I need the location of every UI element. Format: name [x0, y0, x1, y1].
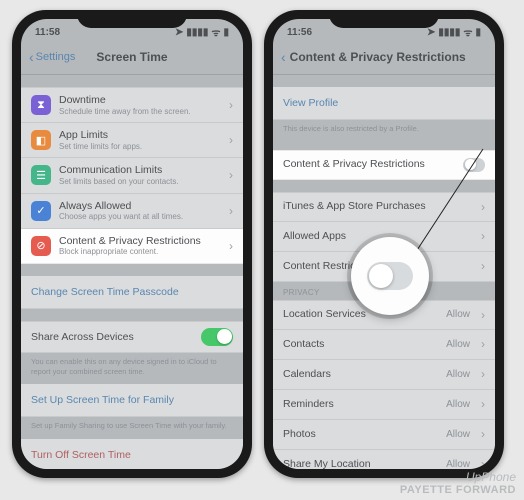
row-sub: Set limits based on your contacts.: [59, 177, 221, 187]
back-button[interactable]: ‹ Settings: [29, 50, 75, 64]
row-label: Share Across Devices: [31, 331, 193, 344]
row-app-limits[interactable]: ◧ App Limits Set time limits for apps. ›: [21, 123, 243, 158]
screen-left: 11:58 ➤ ▮▮▮▮ ᯤ ▮ ‹ Settings Screen Time …: [21, 19, 243, 469]
row-downtime[interactable]: ⧗ Downtime Schedule time away from the s…: [21, 87, 243, 123]
chevron-right-icon: ›: [229, 98, 233, 112]
watermark: UpPhone PAYETTE FORWARD: [400, 471, 516, 496]
back-label: Settings: [36, 51, 76, 63]
no-entry-icon: ⊘: [31, 236, 51, 256]
phone-left: 11:58 ➤ ▮▮▮▮ ᯤ ▮ ‹ Settings Screen Time …: [12, 10, 252, 478]
screen-right: 11:56 ➤ ▮▮▮▮ ᯤ ▮ ‹ Content & Privacy Res…: [273, 19, 495, 469]
row-communication-limits[interactable]: ☰ Communication Limits Set limits based …: [21, 158, 243, 193]
row-sub: Block inappropriate content.: [59, 247, 221, 257]
chevron-right-icon: ›: [229, 239, 233, 253]
row-sub: Choose apps you want at all times.: [59, 212, 221, 222]
communication-icon: ☰: [31, 165, 51, 185]
hourglass-icon: ⧗: [31, 95, 51, 115]
share-toggle[interactable]: [201, 328, 233, 346]
battery-icon: ▮: [223, 27, 229, 38]
row-label: Content & Privacy Restrictions: [59, 235, 221, 248]
row-label: Always Allowed: [59, 200, 221, 213]
share-footer: You can enable this on any device signed…: [21, 353, 243, 381]
row-sub: Set time limits for apps.: [59, 142, 221, 152]
row-content-privacy[interactable]: ⊘ Content & Privacy Restrictions Block i…: [21, 229, 243, 264]
chevron-right-icon: ›: [229, 204, 233, 218]
watermark-line1: UpPhone: [400, 471, 516, 484]
link-turn-off[interactable]: Turn Off Screen Time: [21, 439, 243, 469]
phone-right: 11:56 ➤ ▮▮▮▮ ᯤ ▮ ‹ Content & Privacy Res…: [264, 10, 504, 478]
row-label: Communication Limits: [59, 164, 221, 177]
row-share-across-devices[interactable]: Share Across Devices: [21, 321, 243, 353]
link-family[interactable]: Set Up Screen Time for Family: [21, 384, 243, 417]
app-limits-icon: ◧: [31, 130, 51, 150]
chevron-left-icon: ‹: [29, 50, 34, 64]
wifi-icon: ᯤ: [211, 25, 220, 39]
row-sub: Schedule time away from the screen.: [59, 107, 221, 117]
watermark-line2: PAYETTE FORWARD: [400, 484, 516, 496]
notch: [77, 10, 187, 28]
family-footer: Set up Family Sharing to use Screen Time…: [21, 417, 243, 435]
status-time: 11:58: [35, 27, 60, 38]
row-label: Downtime: [59, 94, 221, 107]
toggle-callout: [351, 237, 429, 315]
location-icon: ➤: [175, 27, 183, 38]
checkmark-icon: ✓: [31, 201, 51, 221]
row-label: App Limits: [59, 129, 221, 142]
chevron-right-icon: ›: [229, 133, 233, 147]
link-change-passcode[interactable]: Change Screen Time Passcode: [21, 276, 243, 309]
nav-bar: ‹ Settings Screen Time: [21, 42, 243, 75]
cpr-toggle-zoomed: [367, 262, 413, 290]
signal-icon: ▮▮▮▮: [186, 27, 208, 38]
row-always-allowed[interactable]: ✓ Always Allowed Choose apps you want at…: [21, 194, 243, 229]
chevron-right-icon: ›: [229, 168, 233, 182]
